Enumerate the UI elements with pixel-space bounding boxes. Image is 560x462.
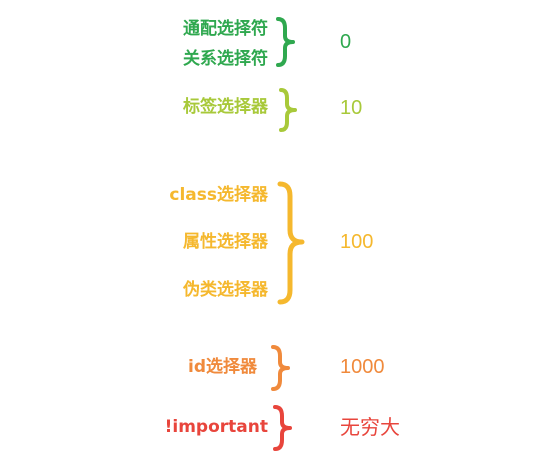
brace-group-universal <box>276 17 295 67</box>
weight-value-important: 无穷大 <box>340 417 400 439</box>
selector-label-relation: 关系选择符 <box>183 49 268 69</box>
selector-label-tag: 标签选择器 <box>183 97 268 117</box>
selector-label-attribute: 属性选择器 <box>183 232 268 252</box>
brace-group-class <box>277 181 305 305</box>
selector-label-universal: 通配选择符 <box>183 19 268 39</box>
weight-value-tag: 10 <box>340 97 363 119</box>
weight-value-universal: 0 <box>340 31 352 53</box>
brace-group-tag <box>279 88 297 132</box>
selector-label-important: !important <box>164 417 268 437</box>
brace-group-important <box>273 405 292 451</box>
selector-label-pseudo-class: 伪类选择器 <box>183 280 268 300</box>
selector-label-class: class选择器 <box>169 185 268 205</box>
brace-group-id <box>271 345 290 391</box>
weight-value-id: 1000 <box>340 356 385 378</box>
weight-value-class: 100 <box>340 231 374 253</box>
selector-label-id: id选择器 <box>188 357 257 377</box>
